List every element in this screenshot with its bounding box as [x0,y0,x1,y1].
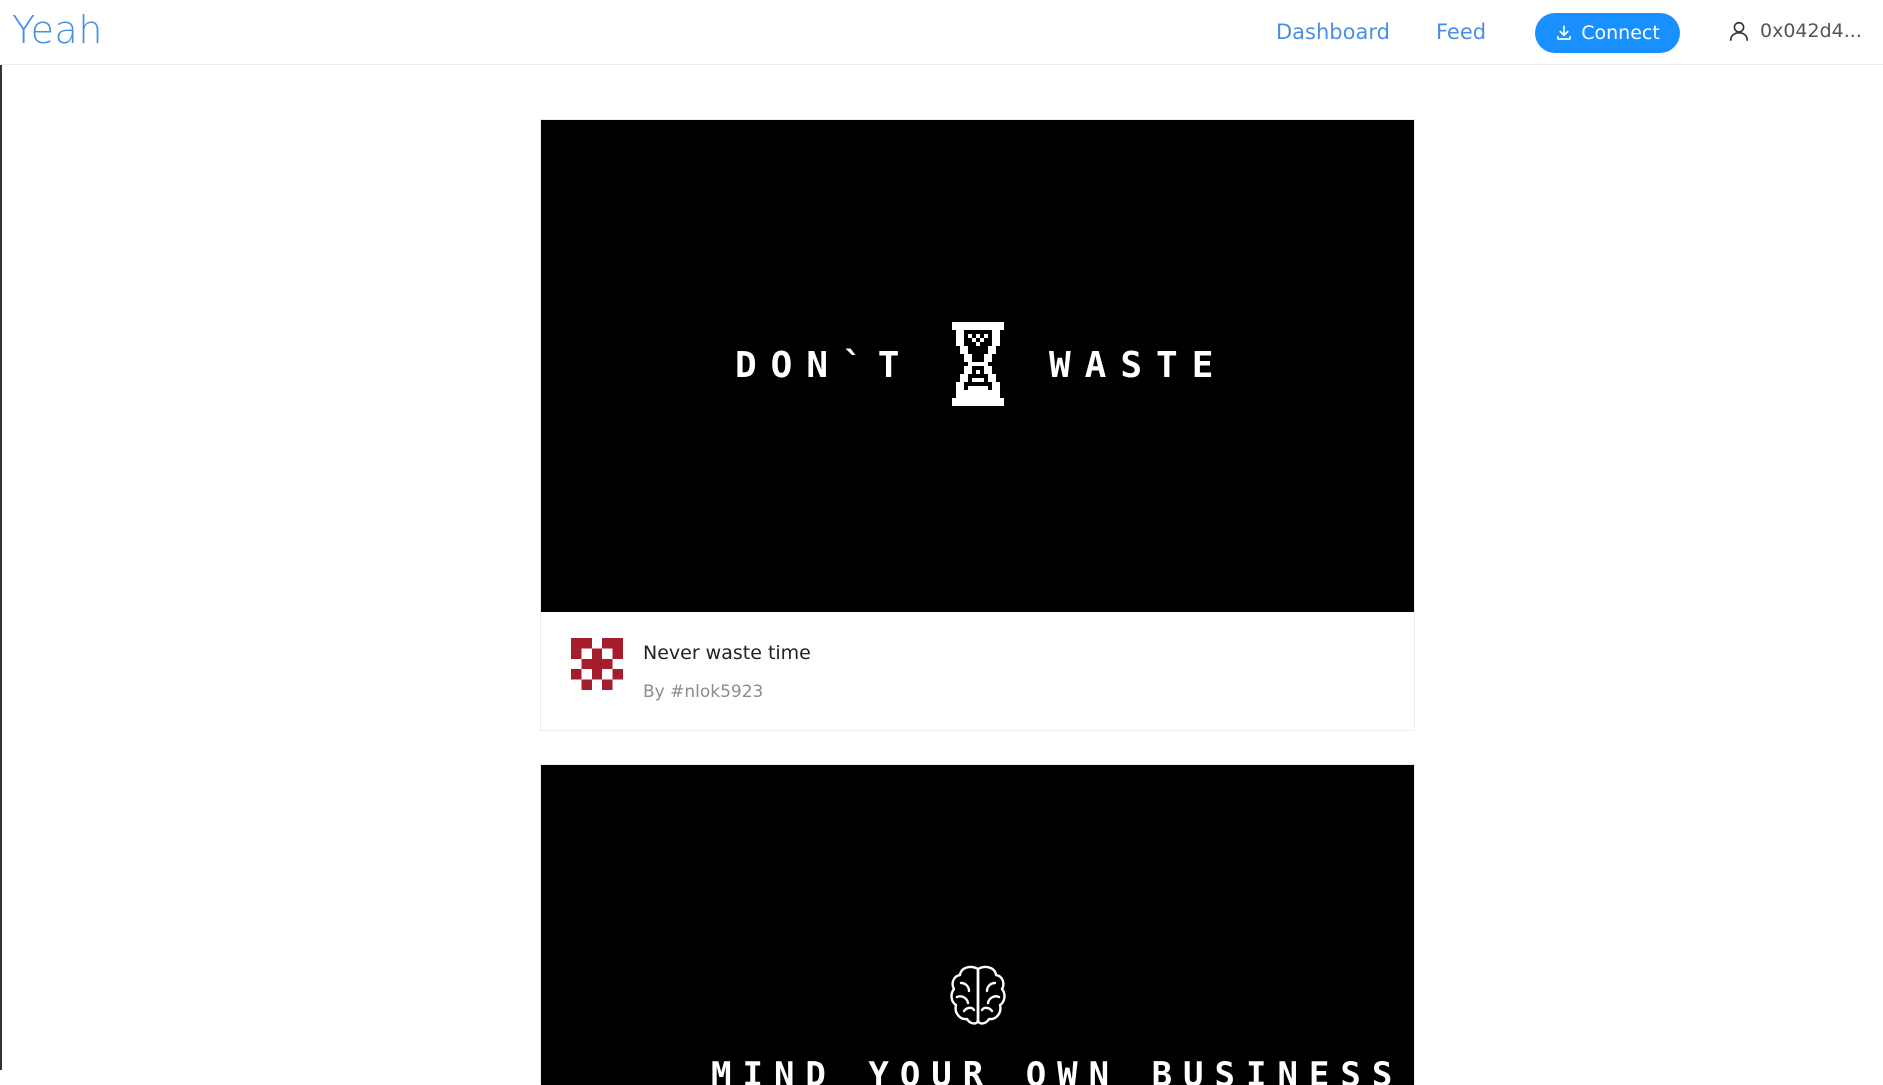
avatar-identicon[interactable] [571,638,623,690]
card-author: By #nlok5923 [643,682,764,702]
feed-card[interactable]: MIND YOUR OWN BUSINESS [540,764,1415,1085]
card-meta: Never waste time By #nlok5923 [541,612,1414,730]
connect-label: Connect [1581,22,1660,44]
top-navbar: Yeah Dashboard Feed Connect 0x042d4... [0,0,1883,65]
feed-card[interactable]: DON`T WASTE Never waste time By #nlok592… [540,119,1415,731]
brain-icon [950,965,1006,1025]
hourglass-icon [952,322,1004,406]
image-text-waste: WASTE [1049,345,1228,386]
download-icon [1557,25,1572,40]
image-text-dont: DON`T [735,345,914,386]
nav-feed[interactable]: Feed [1436,20,1486,44]
user-icon [1729,21,1749,41]
card-title[interactable]: Never waste time [643,642,811,664]
logo[interactable]: Yeah [12,8,103,52]
account-address: 0x042d4... [1760,20,1862,42]
window-edge [0,0,2,1070]
image-text-mind: MIND YOUR OWN BUSINESS [711,1055,1404,1085]
account-menu[interactable]: 0x042d4... [1728,20,1862,42]
card-image[interactable]: MIND YOUR OWN BUSINESS [541,765,1414,1085]
nav-dashboard[interactable]: Dashboard [1276,20,1390,44]
card-image[interactable]: DON`T WASTE [541,120,1414,612]
connect-button[interactable]: Connect [1535,13,1680,53]
